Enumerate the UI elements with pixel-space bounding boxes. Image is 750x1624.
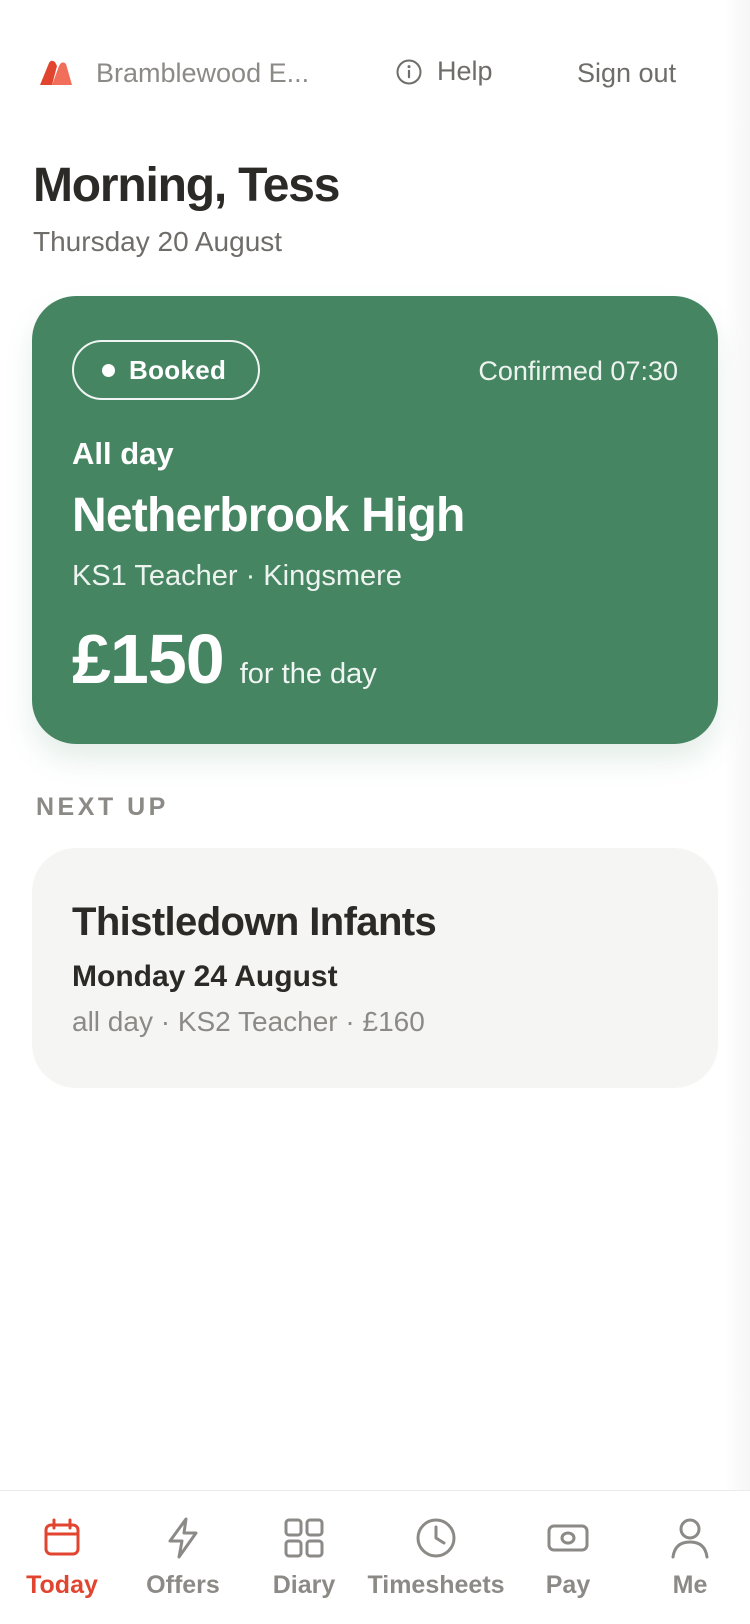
nav-item-pay[interactable]: Pay — [518, 1491, 618, 1624]
nav-item-me[interactable]: Me — [640, 1491, 740, 1624]
grid-icon — [284, 1518, 324, 1558]
booking-duration: All day — [72, 436, 174, 471]
help-label: Help — [437, 56, 493, 86]
next-booking-card[interactable]: Thistledown Infants Monday 24 August all… — [32, 848, 718, 1088]
nav-item-timesheets[interactable]: Timesheets — [360, 1491, 512, 1624]
nav-label-pay: Pay — [545, 1571, 591, 1599]
booking-school: Netherbrook High — [72, 489, 465, 542]
brand-logo-icon — [40, 60, 72, 85]
nav-item-today[interactable]: Today — [10, 1491, 114, 1624]
next-booking-school: Thistledown Infants — [72, 900, 437, 944]
next-booking-date: Monday 24 August — [72, 960, 338, 993]
clock-icon — [416, 1518, 456, 1558]
next-up-heading: NEXT UP — [36, 793, 169, 821]
nav-item-diary[interactable]: Diary — [254, 1491, 354, 1624]
edge-shade — [724, 0, 750, 1624]
confirmed-time: Confirmed 07:30 — [478, 356, 678, 386]
money-icon — [547, 1524, 589, 1552]
status-dot-icon — [102, 363, 115, 377]
pay-amount: £150 — [72, 620, 225, 698]
help-button[interactable]: Help — [395, 56, 493, 87]
greeting-title: Morning, Tess — [33, 159, 340, 212]
top-bar: Bramblewood E... Help Sign out — [0, 52, 750, 96]
nav-label-offers: Offers — [146, 1571, 220, 1599]
organisation-name[interactable]: Bramblewood E... — [96, 58, 309, 89]
status-badge: Booked — [72, 340, 260, 400]
lightning-icon — [168, 1517, 198, 1559]
booking-role-location: KS1 Teacher · Kingsmere — [72, 560, 402, 592]
calendar-icon — [44, 1518, 80, 1556]
next-booking-details: all day · KS2 Teacher · £160 — [72, 1006, 425, 1037]
pay-suffix: for the day — [239, 658, 377, 690]
bottom-navigation: Today Offers Diary Timesheets Pay Me — [0, 1490, 750, 1624]
person-icon — [671, 1518, 709, 1559]
booking-pay: £150 for the day — [72, 624, 377, 694]
nav-label-diary: Diary — [272, 1571, 336, 1599]
booking-card[interactable]: Booked Confirmed 07:30 All day Netherbro… — [32, 296, 718, 744]
nav-label-today: Today — [26, 1571, 98, 1599]
nav-label-timesheets: Timesheets — [367, 1571, 505, 1599]
nav-item-offers[interactable]: Offers — [132, 1491, 234, 1624]
today-date: Thursday 20 August — [33, 226, 283, 257]
nav-label-me: Me — [672, 1571, 708, 1599]
status-label: Booked — [129, 354, 227, 385]
sign-out-button[interactable]: Sign out — [577, 58, 676, 89]
info-icon — [396, 59, 422, 84]
